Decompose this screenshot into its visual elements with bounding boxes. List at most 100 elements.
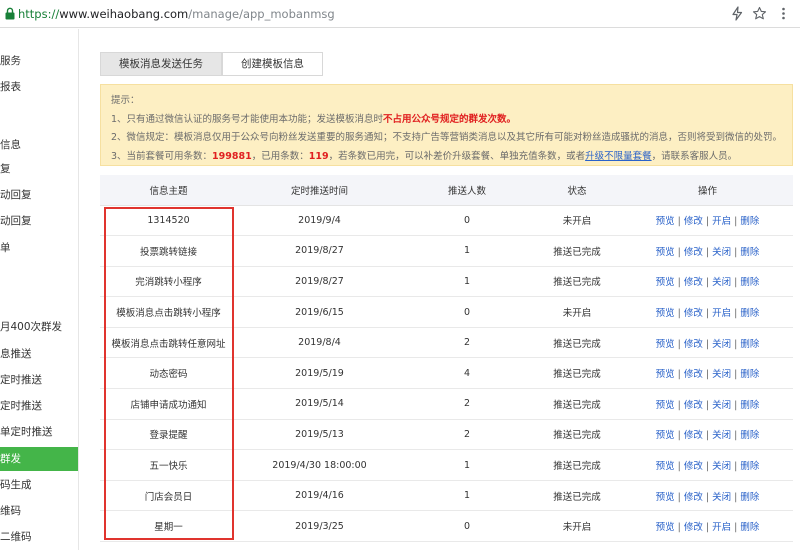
url-protocol: https://: [18, 7, 60, 21]
preview-link[interactable]: 预览: [656, 277, 675, 288]
preview-link[interactable]: 预览: [656, 339, 675, 350]
close-link[interactable]: 关闭: [712, 400, 731, 411]
cell-status: 未开启: [532, 510, 622, 543]
close-link[interactable]: 关闭: [712, 430, 731, 441]
action-separator: |: [705, 461, 710, 473]
notice-line-1: 1、只有通过微信认证的服务号才能使用本功能；发送模板消息时不占用公众号规定的群发…: [111, 111, 782, 130]
cell-count: 1: [402, 266, 532, 298]
tab-create-template[interactable]: 创建模板信息: [222, 52, 323, 76]
sidebar: 服务 报表 信息复动回复 动回复单月400次群发 息推送 定时推送 定时推送 单定时推送 群发码…: [0, 29, 79, 550]
sidebar-item[interactable]: 复: [0, 157, 78, 181]
action-separator: |: [734, 430, 738, 442]
lightning-icon[interactable]: [730, 6, 745, 21]
preview-link[interactable]: 预览: [656, 308, 675, 319]
preview-link[interactable]: 预览: [656, 400, 675, 411]
cell-actions: 预览 | 修改 | 关闭 | 删除: [622, 327, 793, 359]
close-link[interactable]: 关闭: [712, 461, 731, 472]
notice-box: 提示： 1、只有通过微信认证的服务号才能使用本功能；发送模板消息时不占用公众号规…: [100, 84, 793, 166]
delete-link[interactable]: 删除: [740, 369, 759, 380]
upgrade-link[interactable]: 升级不限量套餐: [585, 151, 652, 162]
sidebar-item[interactable]: 单定时推送: [0, 420, 78, 444]
open-link[interactable]: 开启: [712, 216, 731, 227]
sidebar-item[interactable]: 维码: [0, 499, 78, 523]
action-separator: |: [677, 369, 681, 381]
action-separator: |: [677, 277, 681, 289]
sidebar-item[interactable]: 单: [0, 236, 78, 260]
edit-link[interactable]: 修改: [684, 492, 703, 503]
edit-link[interactable]: 修改: [684, 277, 703, 288]
sidebar-item[interactable]: 动回复: [0, 183, 78, 207]
close-link[interactable]: 关闭: [712, 247, 731, 258]
cell-status: 推送已完成: [532, 388, 622, 420]
sidebar-item[interactable]: 群发: [0, 447, 78, 471]
cell-status: 推送已完成: [532, 357, 622, 390]
edit-link[interactable]: 修改: [684, 461, 703, 472]
notice-line-3-d: ，请联系客服人员。: [651, 150, 738, 162]
delete-link[interactable]: 删除: [740, 461, 759, 472]
close-link[interactable]: 关闭: [712, 492, 731, 503]
edit-link[interactable]: 修改: [684, 247, 703, 258]
more-menu-icon[interactable]: [776, 6, 791, 21]
sidebar-item[interactable]: 报表: [0, 75, 78, 99]
tab-template-tasks[interactable]: 模板消息发送任务: [100, 52, 222, 76]
delete-link[interactable]: 删除: [740, 308, 759, 319]
delete-link[interactable]: 删除: [740, 400, 759, 411]
open-link[interactable]: 开启: [712, 522, 731, 533]
edit-link[interactable]: 修改: [684, 430, 703, 441]
close-link[interactable]: 关闭: [712, 339, 731, 350]
notice-line-2: 2、微信规定：模板消息仅用于公众号向粉丝发送重要的服务通知；不支持广告等营销类消…: [111, 132, 783, 143]
edit-link[interactable]: 修改: [684, 522, 703, 533]
sidebar-item[interactable]: 信息: [0, 133, 78, 157]
action-separator: |: [705, 246, 710, 258]
table-header-row: 信息主题 定时推送时间 推送人数 状态 操作: [100, 175, 793, 206]
action-separator: |: [705, 399, 710, 411]
lock-icon: [5, 7, 15, 20]
delete-link[interactable]: 删除: [740, 216, 759, 227]
preview-link[interactable]: 预览: [656, 430, 675, 441]
open-link[interactable]: 开启: [712, 308, 731, 319]
preview-link[interactable]: 预览: [656, 216, 675, 227]
sidebar-item[interactable]: 动回复: [0, 209, 78, 233]
delete-link[interactable]: 删除: [740, 339, 759, 350]
action-separator: |: [677, 338, 681, 350]
close-link[interactable]: 关闭: [712, 277, 731, 288]
preview-link[interactable]: 预览: [656, 369, 675, 380]
action-separator: |: [734, 369, 738, 381]
action-separator: |: [677, 246, 681, 258]
edit-link[interactable]: 修改: [684, 339, 703, 350]
close-link[interactable]: 关闭: [712, 369, 731, 380]
preview-link[interactable]: 预览: [656, 247, 675, 258]
delete-link[interactable]: 删除: [740, 277, 759, 288]
cell-time: 2019/6/15: [237, 296, 402, 328]
sidebar-item[interactable]: 息推送: [0, 342, 78, 366]
sidebar-item[interactable]: 定时推送: [0, 394, 78, 418]
sidebar-item[interactable]: 二维码: [0, 525, 78, 549]
delete-link[interactable]: 删除: [740, 247, 759, 258]
delete-link[interactable]: 删除: [740, 430, 759, 441]
edit-link[interactable]: 修改: [684, 216, 703, 227]
url-text[interactable]: https://www.weihaobang.com/manage/app_mo…: [18, 7, 335, 21]
preview-link[interactable]: 预览: [656, 492, 675, 503]
edit-link[interactable]: 修改: [684, 308, 703, 319]
cell-count: 2: [402, 327, 532, 359]
cell-actions: 预览 | 修改 | 开启 | 删除: [622, 510, 793, 543]
preview-link[interactable]: 预览: [656, 461, 675, 472]
delete-link[interactable]: 删除: [740, 522, 759, 533]
cell-count: 0: [402, 510, 532, 543]
star-icon[interactable]: [752, 6, 767, 21]
cell-time: 2019/5/14: [237, 388, 402, 420]
cell-status: 推送已完成: [532, 266, 622, 298]
preview-link[interactable]: 预览: [656, 522, 675, 533]
action-separator: |: [677, 430, 681, 442]
edit-link[interactable]: 修改: [684, 369, 703, 380]
sidebar-item[interactable]: 服务: [0, 49, 78, 73]
cell-count: 2: [402, 388, 532, 420]
address-bar[interactable]: https://www.weihaobang.com/manage/app_mo…: [0, 0, 800, 28]
edit-link[interactable]: 修改: [684, 400, 703, 411]
action-separator: |: [734, 399, 738, 411]
sidebar-item[interactable]: 码生成: [0, 473, 78, 497]
sidebar-item[interactable]: 定时推送: [0, 368, 78, 392]
sidebar-item[interactable]: 月400次群发: [0, 315, 78, 339]
delete-link[interactable]: 删除: [740, 492, 759, 503]
cell-actions: 预览 | 修改 | 关闭 | 删除: [622, 235, 793, 267]
